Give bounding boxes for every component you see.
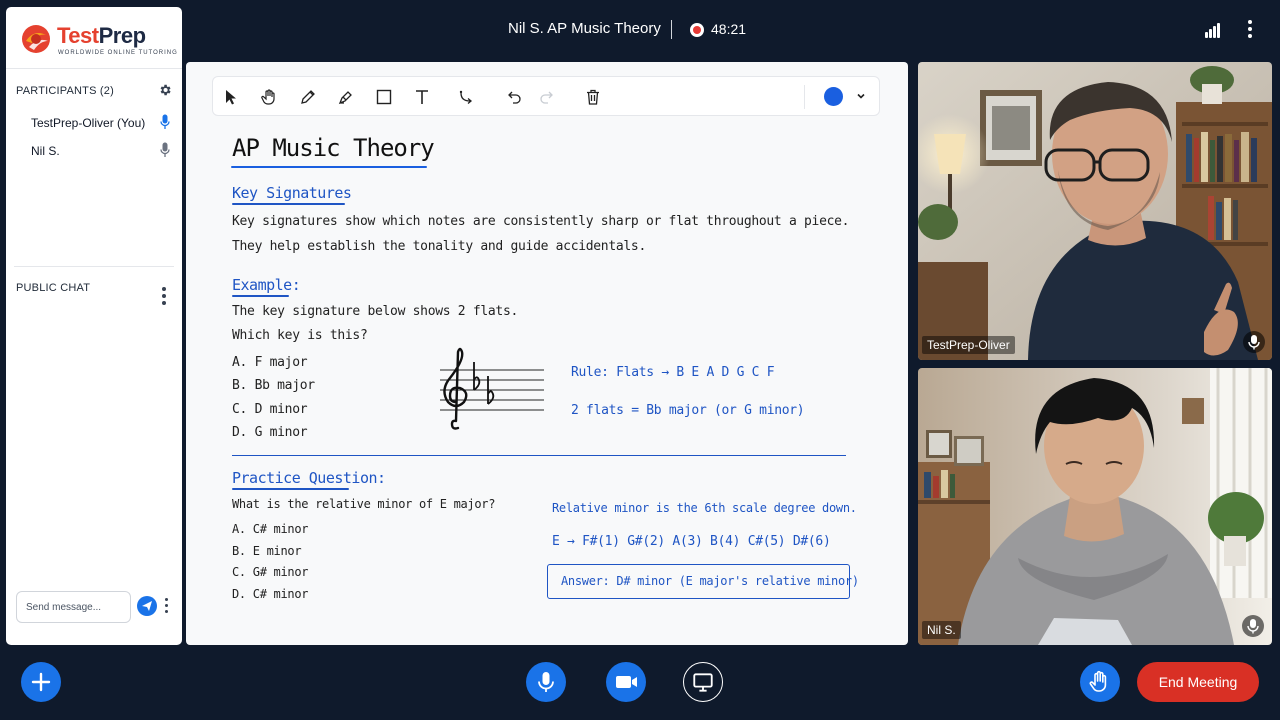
meeting-title: Nil S. AP Music Theory [508,20,661,37]
undo-icon[interactable] [505,88,523,106]
treble-clef-staff-drawing [440,347,544,430]
send-more-icon[interactable] [165,598,168,613]
answer-line: Answer: D# minor (E major's relative min… [561,574,859,588]
hint-line: Relative minor is the 6th scale degree d… [552,501,857,515]
student-name-tag: Nil S. [922,621,961,639]
redo-icon[interactable] [538,88,556,106]
participant-nil[interactable]: Nil S. [31,144,60,158]
student-mic-icon [1242,615,1264,637]
tutor-mic-icon [1243,331,1265,353]
microphone-button[interactable] [526,662,566,702]
raise-hand-icon [1089,670,1107,692]
practice-question: What is the relative minor of E major? [232,497,496,511]
screen-share-button[interactable] [683,662,723,702]
trash-icon[interactable] [584,88,602,106]
rule-line: Rule: Flats → B E A D G C F [571,365,775,380]
example-option-d: D. G minor [232,425,308,440]
key-signatures-heading: Key Signatures [232,184,352,202]
end-meeting-button[interactable]: End Meeting [1137,662,1259,702]
pen-color-swatch[interactable] [824,87,843,106]
chat-message-input[interactable] [16,591,131,623]
chevron-down-icon[interactable] [856,91,866,101]
heading-underline [232,295,289,297]
pencil-tool-icon[interactable] [299,88,317,106]
definition-line-2: They help establish the tonality and gui… [232,239,646,254]
raise-hand-button[interactable] [1080,662,1120,702]
tutor-video-feed [918,62,1272,360]
video-tile-student[interactable]: Nil S. [918,368,1272,645]
highlighter-tool-icon[interactable] [337,88,355,106]
rectangle-tool-icon[interactable] [375,88,393,106]
divider [6,68,182,69]
definition-line-1: Key signatures show which notes are cons… [232,214,850,229]
send-icon [142,601,152,611]
testprep-logo: TestPrep WORLDWIDE ONLINE TUTORING [20,21,177,63]
toolbar-divider [804,85,805,109]
camera-icon [616,676,637,688]
plus-icon [31,672,51,692]
practice-option-d: D. C# minor [232,587,309,601]
participant-oliver[interactable]: TestPrep-Oliver (You) [31,116,145,130]
select-tool-icon[interactable] [222,88,240,106]
gear-icon[interactable] [158,83,172,97]
hand-tool-icon[interactable] [260,88,278,106]
top-bar: Nil S. AP Music Theory 48:21 [0,0,1280,60]
scale-degree-line: E → F#(1) G#(2) A(3) B(4) C#(5) D#(6) [552,534,831,549]
logo-mark-icon [22,25,50,53]
section-separator [232,455,846,456]
brand-tagline: WORLDWIDE ONLINE TUTORING [58,50,178,56]
heading-underline [232,488,349,490]
example-heading: Example: [232,276,301,294]
tutor-name-tag: TestPrep-Oliver [922,336,1015,354]
example-line-1: The key signature below shows 2 flats. [232,304,519,319]
monitor-icon [693,673,713,692]
add-button[interactable] [21,662,61,702]
chat-more-icon[interactable] [162,287,166,305]
brand-name: TestPrep [57,23,146,48]
heading-underline [232,203,345,205]
title-underline [231,166,427,168]
title-divider [671,20,672,39]
example-option-b: B. Bb major [232,378,315,393]
connection-signal-icon[interactable] [1205,22,1221,38]
video-tile-tutor[interactable]: TestPrep-Oliver [918,62,1272,360]
sidebar: TestPrep WORLDWIDE ONLINE TUTORING PARTI… [6,7,182,645]
connector-tool-icon[interactable] [458,88,476,106]
text-tool-icon[interactable] [413,88,431,106]
example-option-c: C. D minor [232,402,308,417]
whiteboard-toolbar [212,76,880,116]
microphone-icon [538,672,554,692]
divider [14,266,174,267]
mic-icon [160,142,170,157]
participants-heading: PARTICIPANTS (2) [16,85,114,97]
example-option-a: A. F major [232,355,308,370]
recording-icon [690,23,704,37]
example-line-2: Which key is this? [232,328,368,343]
more-options-icon[interactable] [1243,20,1257,40]
practice-heading: Practice Question: [232,469,386,487]
mic-active-icon [160,114,170,129]
public-chat-heading: PUBLIC CHAT [16,282,91,294]
practice-option-a: A. C# minor [232,522,309,536]
recording-timer: 48:21 [711,21,747,37]
flats-summary-line: 2 flats = Bb major (or G minor) [571,403,805,418]
whiteboard-title: AP Music Theory [232,134,435,162]
camera-button[interactable] [606,662,646,702]
whiteboard[interactable]: AP Music Theory Key Signatures Key signa… [186,62,908,645]
send-button[interactable] [137,596,157,616]
student-video-feed [918,368,1272,645]
practice-option-b: B. E minor [232,544,302,558]
practice-option-c: C. G# minor [232,565,309,579]
